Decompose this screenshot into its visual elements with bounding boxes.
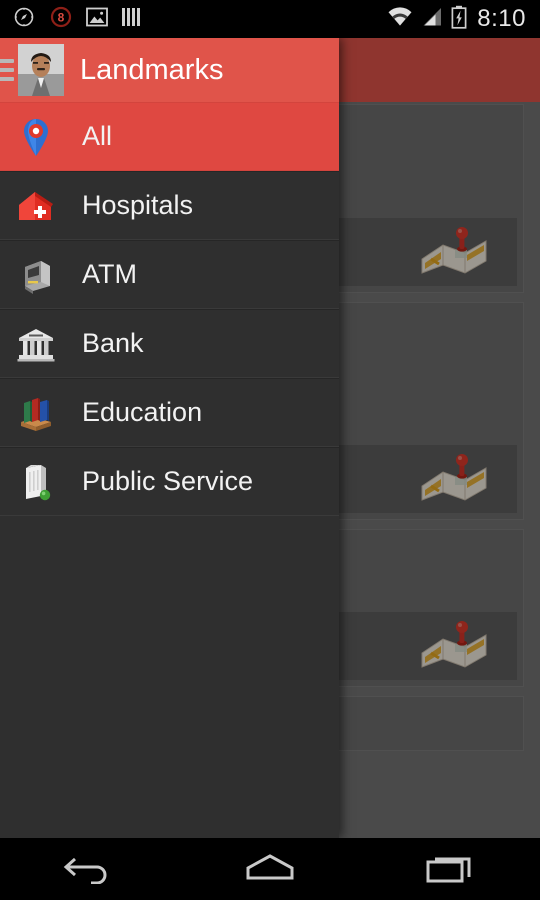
hamburger-icon[interactable] [0,54,14,86]
drawer-item-atm[interactable]: ATM [0,240,339,309]
atm-machine-icon [14,253,58,297]
phone-screen: 8 8:10 Landmarks All Hospitals ATM Bank … [0,0,540,900]
navigation-drawer: Landmarks All Hospitals ATM Bank Educati… [0,38,339,838]
status-bar: 8 8:10 [0,0,540,38]
compass-icon [12,5,36,34]
back-icon [63,850,117,889]
notification-count-text: 8 [58,10,65,24]
drawer-header: Landmarks [0,38,339,102]
back-button[interactable] [0,838,180,900]
drawer-item-hospitals[interactable]: Hospitals [0,171,339,240]
user-avatar[interactable] [18,44,64,96]
recents-icon [424,850,476,889]
drawer-item-label: Hospitals [82,190,194,220]
cellular-signal-icon [421,6,443,33]
bars-icon [121,6,141,33]
status-bar-clock: 8:10 [477,5,526,32]
recents-button[interactable] [360,838,540,900]
bank-building-icon [14,322,58,366]
drawer-item-public-service[interactable]: Public Service [0,447,339,516]
status-bar-notifications: 8 [0,5,387,34]
books-icon [14,391,58,435]
home-button[interactable] [180,838,360,900]
drawer-item-label: ATM [82,259,137,289]
drawer-item-label: Public Service [82,466,254,496]
wifi-icon [387,6,413,33]
image-icon [86,7,108,32]
drawer-item-label: Bank [82,328,144,358]
map-pin-icon [14,115,58,159]
hospital-house-icon [14,184,58,228]
home-icon [242,850,298,889]
drawer-item-all[interactable]: All [0,102,339,171]
drawer-item-bank[interactable]: Bank [0,309,339,378]
drawer-item-label: Education [82,397,203,427]
notification-count-badge: 8 [49,5,73,34]
status-bar-system: 8:10 [387,5,540,34]
battery-charging-icon [451,5,467,34]
drawer-item-label: All [82,121,113,151]
drawer-title: Landmarks [80,53,224,86]
public-building-icon [14,460,58,504]
system-navigation-bar [0,838,540,900]
drawer-item-education[interactable]: Education [0,378,339,447]
